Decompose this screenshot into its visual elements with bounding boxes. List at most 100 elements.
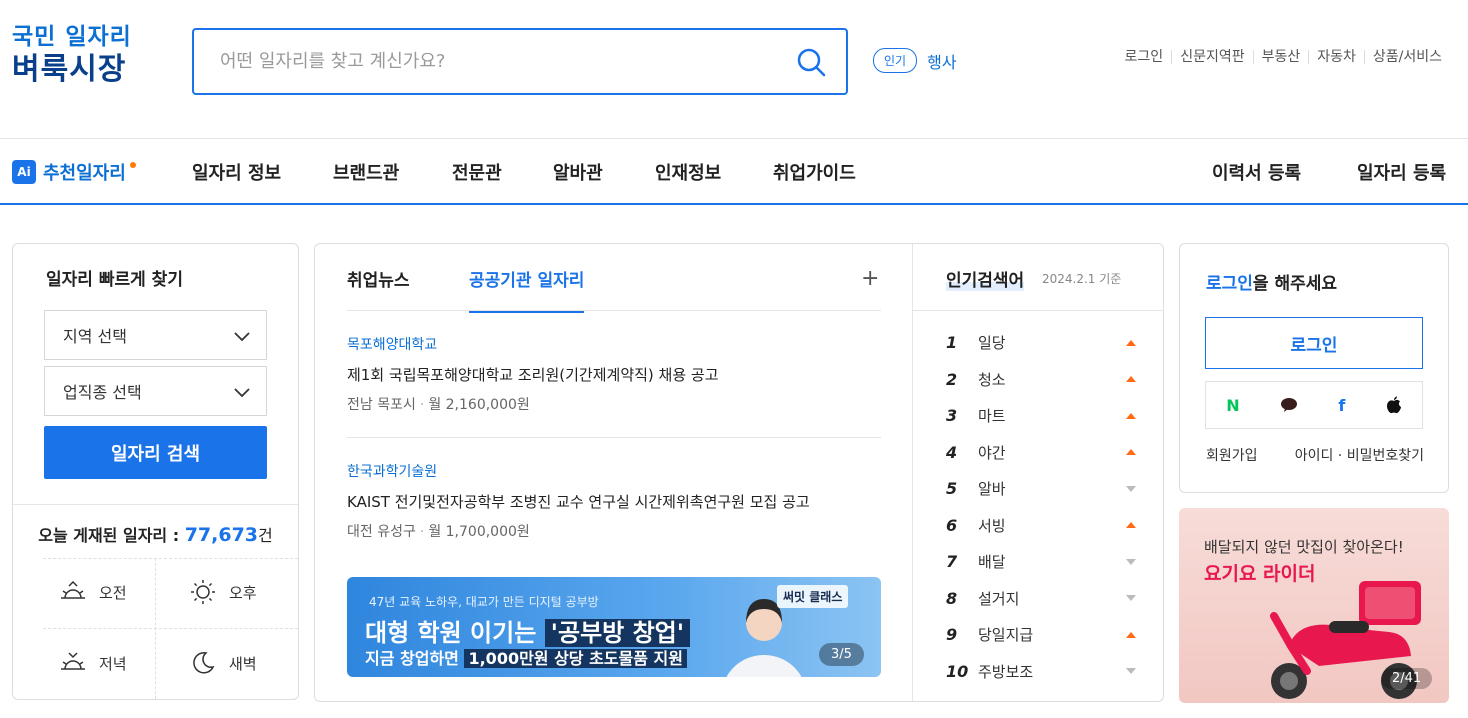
job-search-button[interactable]: 일자리 검색 (44, 426, 267, 479)
rank-number: 2 (946, 369, 958, 389)
tab-news[interactable]: 취업뉴스 (347, 266, 410, 291)
nav-job-info[interactable]: 일자리 정보 (192, 159, 281, 185)
time-evening[interactable]: 저녁 (59, 649, 127, 677)
nav-expert[interactable]: 전문관 (452, 159, 502, 185)
rank-number: 5 (946, 479, 958, 498)
search-icon[interactable] (796, 47, 826, 77)
login-panel: 로그인을 해주세요 로그인 N f 회원가입 아이디 · 비밀번호찾기 (1179, 243, 1449, 493)
naver-icon[interactable]: N (1226, 396, 1239, 415)
time-evening-label: 저녁 (99, 654, 127, 673)
keyword-rank-item[interactable]: 6 서빙 (946, 515, 1136, 536)
job-salary: 월 2,160,000원 (428, 397, 530, 413)
keyword-rank-item[interactable]: 9 당일지급 (946, 624, 1136, 645)
top-link-goods[interactable]: 상품/서비스 (1363, 50, 1450, 64)
time-dawn-label: 새벽 (229, 654, 257, 673)
time-morning[interactable]: 오전 (59, 578, 127, 606)
trend-up-icon (1126, 522, 1136, 528)
sunset-icon (61, 652, 85, 670)
rank-keyword: 청소 (978, 370, 1006, 389)
social-login: N f (1205, 381, 1423, 429)
banner-line2: 대형 학원 이기는 '공부방 창업' (365, 613, 691, 648)
nav-brand[interactable]: 브랜드관 (333, 159, 399, 185)
banner-pager[interactable]: 3/5 (819, 643, 864, 666)
job-meta: 대전 유성구 · 월 1,700,000원 (347, 524, 530, 540)
nav-guide[interactable]: 취업가이드 (773, 159, 856, 185)
rank-keyword: 알바 (978, 480, 1006, 498)
divider (43, 628, 298, 629)
keyword-rank-item[interactable]: 3 마트 (946, 405, 1136, 426)
top-link-car[interactable]: 자동차 (1308, 50, 1364, 64)
divider (347, 310, 881, 311)
region-select[interactable]: 지역 선택 (44, 310, 267, 360)
tab-public-jobs[interactable]: 공공기관 일자리 (469, 266, 585, 313)
list-item[interactable]: 목포해양대학교 제1회 국립목포해양대학교 조리원(기간제계약직) 채용 공고 … (347, 334, 881, 414)
login-title-accent[interactable]: 로그인 (1206, 274, 1253, 294)
trend-up-icon (1126, 631, 1136, 638)
job-title: 제1회 국립목포해양대학교 조리원(기간제계약직) 채용 공고 (347, 366, 719, 384)
apple-icon[interactable] (1386, 396, 1402, 414)
keyword-rank-item[interactable]: 8 설거지 (946, 588, 1136, 609)
nav-job-register[interactable]: 일자리 등록 (1357, 159, 1446, 185)
chevron-down-icon (234, 332, 250, 342)
rank-number: 6 (946, 515, 958, 535)
time-dawn[interactable]: 새벽 (189, 649, 257, 677)
nav-resume-register[interactable]: 이력서 등록 (1212, 159, 1301, 185)
logo-line1: 국민 일자리 (12, 24, 132, 50)
rank-number: 4 (946, 442, 958, 462)
job-meta: 전남 목포시 · 월 2,160,000원 (347, 397, 530, 413)
rank-number: 7 (946, 552, 958, 571)
news-panel: 취업뉴스 공공기관 일자리 + 목포해양대학교 제1회 국립목포해양대학교 조리… (314, 243, 1164, 702)
rank-number: 9 (946, 625, 958, 644)
divider (155, 558, 156, 699)
trend-down-icon (1126, 485, 1136, 492)
keyword-rank-item[interactable]: 4 야간 (946, 442, 1136, 463)
job-select-label: 업직종 선택 (63, 383, 142, 402)
popular-keywords-title: 인기검색어 (946, 266, 1025, 291)
job-salary: 월 1,700,000원 (428, 524, 530, 540)
login-button[interactable]: 로그인 (1205, 317, 1423, 369)
trend-up-icon (1126, 339, 1136, 346)
banner-brand: 써밋 클래스 (777, 585, 849, 608)
top-link-login[interactable]: 로그인 (1117, 50, 1172, 64)
quick-find-panel: 일자리 빠르게 찾기 지역 선택 업직종 선택 일자리 검색 오늘 게재된 일자… (12, 243, 299, 700)
sun-icon (191, 580, 215, 604)
nav-talent[interactable]: 인재정보 (655, 159, 721, 185)
divider (43, 558, 298, 559)
signup-link[interactable]: 회원가입 (1206, 445, 1258, 465)
rank-number: 8 (946, 588, 958, 608)
popular-keywords-date: 2024.2.1 기준 (1042, 272, 1122, 286)
list-item[interactable]: 한국과학기술원 KAIST 전기및전자공학부 조병진 교수 연구실 시간제위촉연… (347, 461, 881, 541)
keyword-rank-item[interactable]: 10 주방보조 (946, 661, 1136, 682)
time-afternoon[interactable]: 오후 (189, 578, 257, 606)
search-input[interactable] (194, 30, 754, 93)
site-logo[interactable]: 국민 일자리 벼룩시장 (12, 26, 132, 85)
rank-keyword: 서빙 (978, 516, 1006, 535)
facebook-icon[interactable]: f (1338, 396, 1345, 415)
banner-line3a: 지금 창업하면 (365, 649, 459, 668)
nav-alba[interactable]: 알바관 (553, 159, 603, 185)
ad-banner[interactable]: 47년 교육 노하우, 대교가 만든 디지털 공부방 대형 학원 이기는 '공부… (347, 577, 881, 677)
trend-down-icon (1126, 558, 1136, 565)
more-plus-icon[interactable]: + (861, 266, 879, 291)
keyword-rank-item[interactable]: 2 청소 (946, 369, 1136, 390)
trend-up-icon (1126, 412, 1136, 419)
keyword-rank-item[interactable]: 1 일당 (946, 332, 1136, 353)
region-select-label: 지역 선택 (63, 327, 127, 346)
rank-number: 10 (946, 661, 969, 681)
kakao-icon[interactable] (1280, 397, 1298, 413)
keyword-rank-item[interactable]: 5 알바 (946, 478, 1136, 499)
yogiyo-ad[interactable]: 배달되지 않던 맛집이 찾아온다! 요기요 라이더 2/41 (1179, 508, 1449, 703)
popular-term[interactable]: 인기 행사 (873, 48, 957, 73)
find-account-link[interactable]: 아이디 · 비밀번호찾기 (1295, 445, 1424, 465)
ad-pager[interactable]: 2/41 (1381, 668, 1433, 689)
banner-line2a: 대형 학원 이기는 (365, 619, 537, 647)
top-link-realestate[interactable]: 부동산 (1252, 50, 1309, 64)
logo-line2: 벼룩시장 (12, 52, 127, 87)
top-link-newspaper[interactable]: 신문지역판 (1171, 50, 1252, 64)
nav-ai-recommend[interactable]: Ai 추천일자리 (12, 159, 136, 185)
popular-term-text[interactable]: 행사 (927, 49, 956, 73)
quick-find-title: 일자리 빠르게 찾기 (46, 270, 183, 290)
keyword-rank-item[interactable]: 7 배달 (946, 551, 1136, 572)
divider (347, 437, 881, 438)
job-category-select[interactable]: 업직종 선택 (44, 366, 267, 416)
